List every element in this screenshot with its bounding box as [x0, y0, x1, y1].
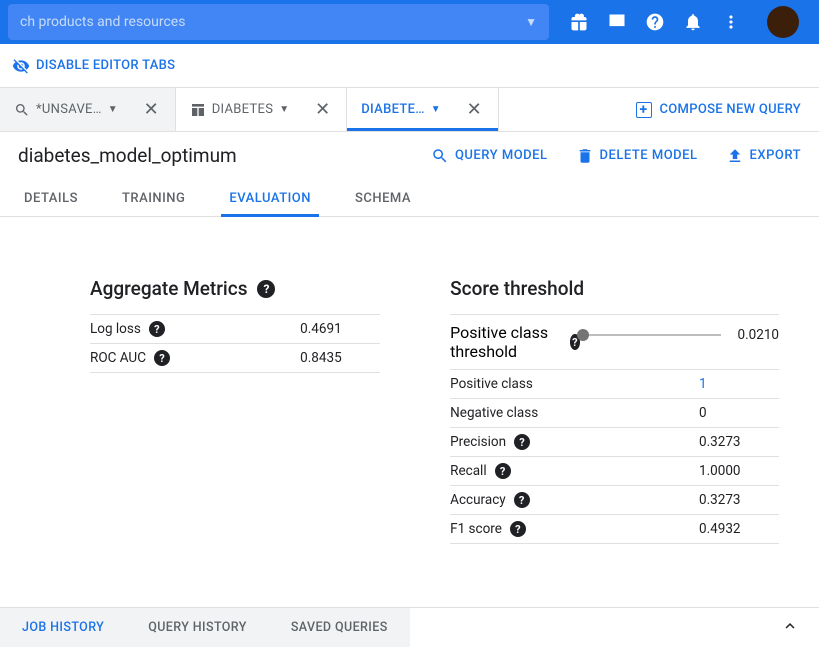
help-icon[interactable]: ?: [257, 280, 275, 298]
model-title: diabetes_model_optimum: [18, 144, 431, 167]
tab-training[interactable]: TRAINING: [114, 181, 193, 216]
bottom-bar: JOB HISTORY QUERY HISTORY SAVED QUERIES: [0, 607, 819, 647]
tab-schema[interactable]: SCHEMA: [347, 181, 419, 216]
evaluation-content: Aggregate Metrics ? Log loss? 0.4691 ROC…: [0, 217, 819, 564]
query-model-button[interactable]: QUERY MODEL: [431, 147, 548, 165]
metric-row-logloss: Log loss? 0.4691: [90, 314, 380, 343]
metric-row: Accuracy? 0.3273: [450, 485, 779, 514]
visibility-off-icon: [12, 57, 30, 75]
close-icon[interactable]: ✕: [142, 99, 161, 120]
help-icon[interactable]: ?: [149, 321, 165, 337]
tab-job-history[interactable]: JOB HISTORY: [0, 608, 126, 647]
notifications-icon[interactable]: [683, 12, 703, 32]
score-threshold-title: Score threshold: [450, 277, 779, 300]
search-box[interactable]: ch products and resources ▼: [8, 4, 549, 40]
model-actions: QUERY MODEL DELETE MODEL EXPORT: [431, 147, 801, 165]
score-threshold-section: Score threshold Positive class threshold…: [450, 277, 779, 544]
avatar[interactable]: [767, 6, 799, 38]
bottom-tabs: JOB HISTORY QUERY HISTORY SAVED QUERIES: [0, 608, 410, 647]
help-icon[interactable]: ?: [154, 350, 170, 366]
slider-label: Positive class threshold ?: [450, 323, 580, 361]
metric-row: Recall? 1.0000: [450, 456, 779, 485]
chevron-down-icon[interactable]: ▼: [279, 104, 289, 115]
metric-row: Negative class 0: [450, 398, 779, 427]
tab-label: DIABETE…: [361, 102, 424, 117]
metric-row: Precision? 0.3273: [450, 427, 779, 456]
editor-tab-unsaved[interactable]: *UNSAVE… ▼ ✕: [0, 88, 176, 131]
compose-label: COMPOSE NEW QUERY: [660, 102, 801, 117]
disable-editor-tabs-label: DISABLE EDITOR TABS: [36, 58, 175, 73]
help-icon[interactable]: ?: [514, 492, 530, 508]
editor-tab-diabetes[interactable]: DIABETES ▼ ✕: [176, 88, 348, 131]
tab-label: DIABETES: [212, 102, 274, 117]
model-header: diabetes_model_optimum QUERY MODEL DELET…: [0, 132, 819, 167]
search-dropdown-icon[interactable]: ▼: [525, 15, 537, 29]
model-subtabs: DETAILS TRAINING EVALUATION SCHEMA: [0, 173, 819, 217]
metric-row: F1 score? 0.4932: [450, 514, 779, 544]
disable-editor-tabs-row: DISABLE EDITOR TABS: [0, 44, 819, 88]
tab-details[interactable]: DETAILS: [16, 181, 86, 216]
threshold-slider-row: Positive class threshold ? 0.0210: [450, 314, 779, 369]
more-vert-icon[interactable]: [721, 12, 741, 32]
editor-tab-diabetes-model[interactable]: DIABETE… ▼ ✕: [347, 88, 498, 131]
query-icon: [14, 102, 30, 118]
trash-icon: [576, 147, 594, 165]
metric-row-rocauc: ROC AUC? 0.8435: [90, 343, 380, 373]
help-icon[interactable]: ?: [510, 521, 526, 537]
tab-label: *UNSAVE…: [36, 102, 102, 117]
upload-icon: [726, 147, 744, 165]
chevron-down-icon[interactable]: ▼: [108, 104, 118, 115]
slider-thumb[interactable]: [577, 329, 589, 341]
expand-panel-button[interactable]: [761, 617, 819, 639]
tab-query-history[interactable]: QUERY HISTORY: [126, 608, 269, 647]
threshold-slider[interactable]: [580, 334, 721, 336]
help-icon[interactable]: ?: [495, 463, 511, 479]
help-icon[interactable]: ?: [514, 434, 530, 450]
tab-saved-queries[interactable]: SAVED QUERIES: [269, 608, 410, 647]
plus-icon: +: [636, 102, 652, 118]
aggregate-metrics-section: Aggregate Metrics ? Log loss? 0.4691 ROC…: [90, 277, 380, 544]
table-icon: [190, 102, 206, 118]
slider-value: 0.0210: [731, 327, 779, 343]
delete-model-button[interactable]: DELETE MODEL: [576, 147, 698, 165]
search-placeholder: ch products and resources: [20, 14, 525, 30]
close-icon[interactable]: ✕: [313, 99, 332, 120]
search-icon: [431, 147, 449, 165]
gift-icon[interactable]: [569, 12, 589, 32]
export-model-button[interactable]: EXPORT: [726, 147, 801, 165]
top-app-bar: ch products and resources ▼: [0, 0, 819, 44]
metric-row: Positive class 1: [450, 369, 779, 398]
console-icon[interactable]: [607, 12, 627, 32]
tab-evaluation[interactable]: EVALUATION: [221, 181, 319, 216]
compose-new-query-button[interactable]: + COMPOSE NEW QUERY: [636, 88, 819, 131]
help-icon[interactable]: [645, 12, 665, 32]
close-icon[interactable]: ✕: [465, 99, 484, 120]
chevron-down-icon[interactable]: ▼: [431, 104, 441, 115]
editor-tabs-row: *UNSAVE… ▼ ✕ DIABETES ▼ ✕ DIABETE… ▼ ✕ +…: [0, 88, 819, 132]
chevron-up-icon: [781, 617, 799, 635]
topbar-actions: [557, 6, 811, 38]
aggregate-metrics-title: Aggregate Metrics ?: [90, 277, 380, 300]
disable-editor-tabs-button[interactable]: DISABLE EDITOR TABS: [12, 57, 175, 75]
